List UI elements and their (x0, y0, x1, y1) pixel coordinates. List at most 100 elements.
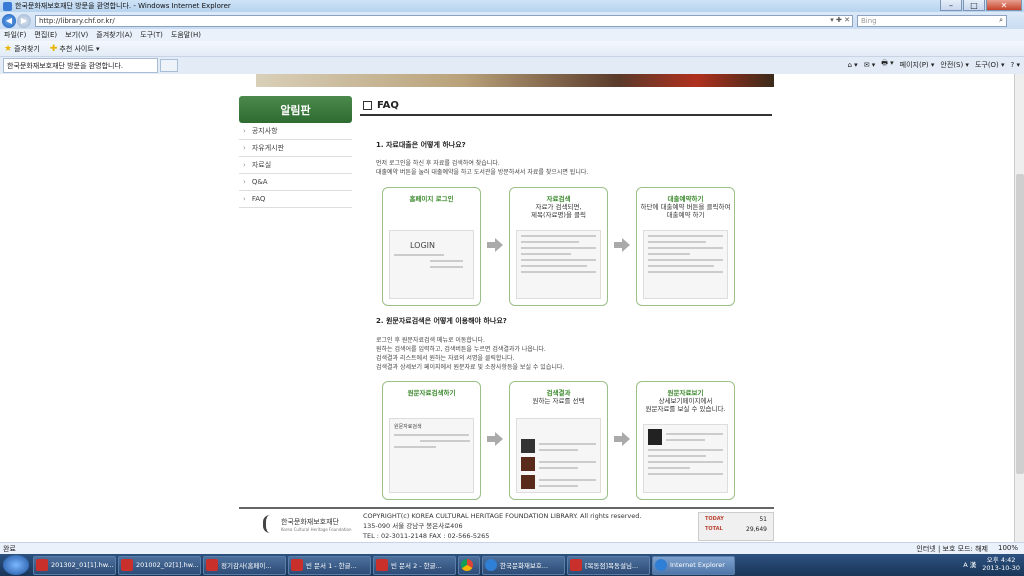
menu-tools[interactable]: 도구(T) (140, 30, 163, 40)
menu-view[interactable]: 보기(V) (65, 30, 88, 40)
vertical-scrollbar[interactable] (1014, 74, 1024, 542)
security-zone[interactable]: 인터넷 | 보호 모드: 해제 (916, 544, 988, 554)
tools-menu[interactable]: 도구(O) ▾ (975, 60, 1005, 70)
chevron-right-icon: › (243, 161, 246, 169)
url-input[interactable]: http://library.chf.or.kr/ ▾ ✚ ✕ (35, 14, 853, 27)
url-text: http://library.chf.or.kr/ (39, 16, 115, 25)
faq-question-2: 2. 원문자료검색은 어떻게 이용해야 하나요? (376, 317, 507, 325)
zoom-level[interactable]: 100% (998, 544, 1018, 554)
tab-active[interactable]: 한국문화재보호재단 방문을 환영합니다. (3, 58, 158, 73)
step-title: 검색결과 (546, 389, 571, 397)
start-button[interactable] (3, 555, 29, 575)
taskbar-item[interactable]: 빈 문서 2 - 한글... (373, 555, 456, 575)
detail-screenshot (643, 424, 728, 493)
suggested-sites-button[interactable]: ✚ 추천 사이트 ▾ (50, 44, 100, 54)
sidebar-item-qna[interactable]: › Q&A (239, 174, 352, 191)
favorites-bar: ★ 즐겨찾기 ✚ 추천 사이트 ▾ (0, 41, 1024, 57)
favorites-button[interactable]: ★ 즐겨찾기 (4, 44, 40, 54)
faq-answer-line: 대출예약 버튼을 눌러 대출예약을 하고 도서관을 방문하셔서 자료를 찾으시면… (376, 169, 589, 176)
arrow-right-icon (487, 238, 503, 252)
suggested-sites-label: 추천 사이트 ▾ (59, 44, 100, 53)
reserve-screenshot (643, 230, 728, 299)
close-button[interactable]: ✕ (986, 0, 1022, 11)
new-tab-button[interactable] (160, 59, 178, 72)
scrollbar-thumb[interactable] (1016, 174, 1024, 474)
page-menu[interactable]: 페이지(P) ▾ (900, 60, 935, 70)
step-card: 원문자료검색하기 원문자료검색 (382, 381, 481, 500)
menu-file[interactable]: 파일(F) (4, 30, 26, 40)
total-label: TOTAL (705, 526, 723, 532)
menu-edit[interactable]: 편집(E) (34, 30, 57, 40)
taskbar-item[interactable]: 201002_02[1].hw... (118, 555, 201, 575)
feeds-button[interactable]: ✉ ▾ (864, 61, 876, 69)
taskbar-item[interactable]: 201302_01[1].hw... (33, 555, 116, 575)
menu-help[interactable]: 도움말(H) (171, 30, 201, 40)
step-card: 홈페이지 로그인 LOGIN (382, 187, 481, 306)
search-icon[interactable]: ⌕ (999, 16, 1003, 25)
sidebar-item-label: 자료실 (251, 161, 272, 169)
taskbar-item[interactable]: 정기감사(홈페이... (203, 555, 286, 575)
visitor-counter: TODAY 51 TOTAL 29,649 (698, 512, 774, 541)
step-title: 원문자료보기 (667, 389, 704, 397)
faq-answer-line: 로그인 후 원문자료검색 메뉴로 이동합니다. (376, 337, 485, 344)
ie-icon (485, 559, 497, 571)
status-bar: 완료 인터넷 | 보호 모드: 해제 100% (0, 542, 1024, 554)
system-tray: A 漢 오후 4:42 2013-10-30 (963, 556, 1020, 572)
taskbar-item[interactable]: 빈 문서 1 - 한글... (288, 555, 371, 575)
taskbar: 201302_01[1].hw... 201002_02[1].hw... 정기… (0, 554, 1024, 576)
hwp-icon (570, 559, 582, 571)
taskbar-item-chrome[interactable] (458, 555, 480, 575)
address-tools[interactable]: ▾ ✚ ✕ (830, 16, 850, 24)
sidebar-item-label: 공지사항 (251, 127, 278, 135)
step-card: 대출예약하기 하단에 대출예약 버튼을 클릭하여 대출예약 하기 (636, 187, 735, 306)
footer-org-name: 한국문화재보호재단 (281, 517, 339, 526)
taskbar-item[interactable]: [목동점]목동설님... (567, 555, 650, 575)
command-bar: ⌂ ▾ ✉ ▾ 🖶 ▾ 페이지(P) ▾ 안전(S) ▾ 도구(O) ▾ ? ▾ (842, 59, 1021, 70)
sidebar-item-label: FAQ (251, 195, 266, 203)
search-input[interactable]: Bing ⌕ (857, 14, 1007, 27)
header-banner (256, 74, 774, 87)
page-title: FAQ (360, 96, 772, 116)
forward-button[interactable]: ▶ (17, 13, 31, 28)
sidebar-heading: 알림판 (239, 96, 352, 123)
home-button[interactable]: ⌂ ▾ (848, 61, 858, 69)
chevron-right-icon: › (243, 178, 246, 186)
maximize-button[interactable]: □ (963, 0, 985, 11)
step-card: 원문자료보기 상세보기페이지에서 원문자료를 보실 수 있습니다. (636, 381, 735, 500)
taskbar-item-label: 빈 문서 1 - 한글... (306, 562, 357, 570)
taskbar-item-label: Internet Explorer (670, 561, 725, 569)
search-screenshot (516, 230, 601, 299)
hwp-icon (36, 559, 48, 571)
ie-icon (655, 559, 667, 571)
sidebar-item-faq[interactable]: › FAQ (239, 191, 352, 208)
step-title: 대출예약하기 (667, 195, 704, 203)
ime-indicator[interactable]: A 漢 (963, 559, 976, 569)
sidebar-item-notice[interactable]: › 공지사항 (239, 123, 352, 140)
address-bar: ◀ ▶ http://library.chf.or.kr/ ▾ ✚ ✕ Bing… (0, 12, 1024, 29)
clock[interactable]: 오후 4:42 2013-10-30 (982, 556, 1020, 572)
taskbar-item-active[interactable]: Internet Explorer (652, 555, 735, 575)
sidebar-item-label: 자유게시판 (251, 144, 285, 152)
footer-text: COPYRIGHT(c) KOREA CULTURAL HERITAGE FOU… (363, 511, 641, 541)
taskbar-item-label: 정기감사(홈페이... (221, 562, 272, 570)
back-button[interactable]: ◀ (2, 13, 16, 28)
taskbar-item[interactable]: 한국문화재보호... (482, 555, 565, 575)
menu-bar: 파일(F) 편집(E) 보기(V) 즐겨찾기(A) 도구(T) 도움말(H) (0, 29, 1024, 41)
chrome-icon (461, 559, 473, 571)
print-button[interactable]: 🖶 ▾ (881, 59, 893, 70)
step-card: 검색결과 원하는 자료를 선택 (509, 381, 608, 500)
hwp-icon (376, 559, 388, 571)
foundation-logo: 한국문화재보호재단 Korea Cultural Heritage Founda… (263, 515, 351, 533)
sidebar: 알림판 › 공지사항 › 자유게시판 › 자료실 › Q&A › FAQ (239, 96, 352, 208)
add-favorite-icon[interactable]: ✚ (50, 44, 58, 54)
help-menu[interactable]: ? ▾ (1011, 61, 1020, 69)
faq-answer-line: 먼저 로그인을 하신 후 자료를 검색하여 찾습니다. (376, 160, 500, 167)
status-text: 완료 (3, 544, 16, 553)
step-title: 자료검색 (546, 195, 571, 203)
menu-favorites[interactable]: 즐겨찾기(A) (96, 30, 132, 40)
window-titlebar: 한국문화재보호재단 방문을 환영합니다. - Windows Internet … (0, 0, 1024, 12)
minimize-button[interactable]: – (940, 0, 962, 11)
sidebar-item-board[interactable]: › 자유게시판 (239, 140, 352, 157)
sidebar-item-archive[interactable]: › 자료실 (239, 157, 352, 174)
safety-menu[interactable]: 안전(S) ▾ (940, 60, 969, 70)
